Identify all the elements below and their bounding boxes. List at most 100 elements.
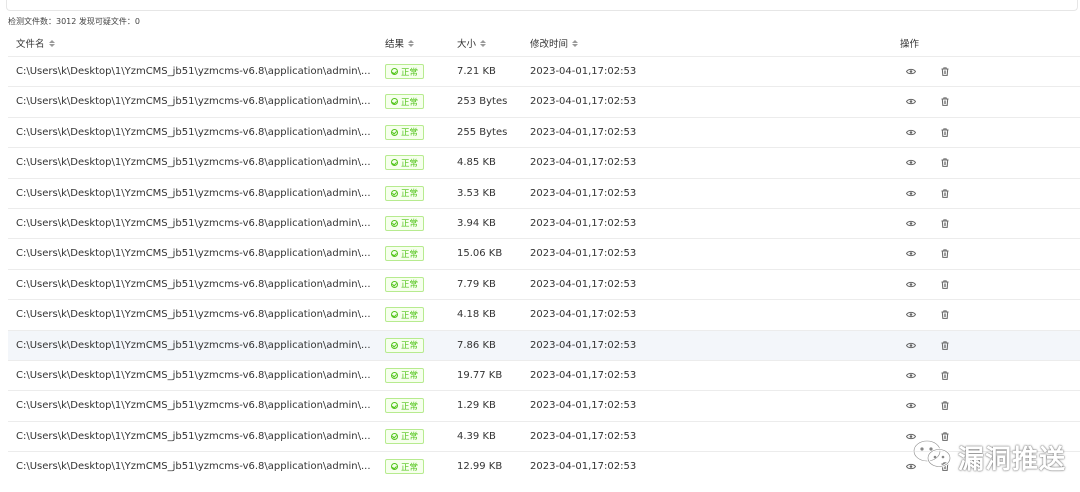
eye-icon[interactable] <box>906 361 916 390</box>
file-size: 15.06 KB <box>457 248 503 260</box>
file-size: 255 Bytes <box>457 126 508 138</box>
trash-icon[interactable] <box>941 300 949 329</box>
trash-icon[interactable] <box>941 209 949 238</box>
file-path: C:\Users\k\Desktop\1\YzmCMS_jb51\yzmcms-… <box>16 339 371 351</box>
column-header-time[interactable]: 修改时间 <box>530 36 579 50</box>
file-path: C:\Users\k\Desktop\1\YzmCMS_jb51\yzmcms-… <box>16 461 371 473</box>
eye-icon[interactable] <box>906 391 916 420</box>
modified-time: 2023-04-01,17:02:53 <box>530 461 637 473</box>
table-row[interactable]: C:\Users\k\Desktop\1\YzmCMS_jb51\yzmcms-… <box>8 86 1080 116</box>
file-size: 3.94 KB <box>457 217 496 229</box>
check-circle-icon <box>391 219 398 227</box>
table-row[interactable]: C:\Users\k\Desktop\1\YzmCMS_jb51\yzmcms-… <box>8 359 1080 390</box>
table-row[interactable]: C:\Users\k\Desktop\1\YzmCMS_jb51\yzmcms-… <box>8 147 1080 177</box>
status-badge-label: 正常 <box>401 128 419 139</box>
trash-icon[interactable] <box>941 57 949 86</box>
modified-time: 2023-04-01,17:02:53 <box>530 126 637 138</box>
eye-icon[interactable] <box>906 179 916 208</box>
trash-icon[interactable] <box>941 118 949 147</box>
eye-icon[interactable] <box>906 239 916 268</box>
file-size: 19.77 KB <box>457 369 503 381</box>
table-row[interactable]: C:\Users\k\Desktop\1\YzmCMS_jb51\yzmcms-… <box>8 299 1080 329</box>
trash-icon[interactable] <box>941 361 949 390</box>
column-header-result[interactable]: 结果 <box>385 36 415 50</box>
result-cell: 正常 <box>385 57 425 86</box>
trash-icon[interactable] <box>941 270 949 299</box>
check-circle-icon <box>391 159 398 167</box>
status-badge-label: 正常 <box>401 432 419 443</box>
status-badge: 正常 <box>385 124 425 140</box>
trash-icon[interactable] <box>941 391 949 420</box>
trash-icon[interactable] <box>941 87 949 116</box>
eye-icon[interactable] <box>906 300 916 329</box>
eye-icon[interactable] <box>906 118 916 147</box>
table-row[interactable]: C:\Users\k\Desktop\1\YzmCMS_jb51\yzmcms-… <box>8 390 1080 420</box>
check-circle-icon <box>391 371 398 379</box>
status-badge: 正常 <box>385 64 425 79</box>
column-header-name[interactable]: 文件名 <box>16 36 56 50</box>
file-path: C:\Users\k\Desktop\1\YzmCMS_jb51\yzmcms-… <box>16 66 371 77</box>
scan-summary: 检测文件数：3012 发现可疑文件：0 <box>8 17 140 26</box>
column-header-size[interactable]: 大小 <box>457 36 487 50</box>
status-badge-label: 正常 <box>401 158 419 169</box>
results-table: 文件名 结果 大小 修改时间 操作 C:\Users\k\Desktop\1\Y… <box>8 30 1080 481</box>
status-badge-label: 正常 <box>401 401 419 412</box>
sort-icon[interactable] <box>572 39 579 48</box>
result-cell: 正常 <box>385 361 425 390</box>
modified-time: 2023-04-01,17:02:53 <box>530 217 637 229</box>
eye-icon[interactable] <box>906 270 916 299</box>
status-badge: 正常 <box>385 398 425 414</box>
table-row[interactable]: C:\Users\k\Desktop\1\YzmCMS_jb51\yzmcms-… <box>8 56 1080 86</box>
file-size: 4.85 KB <box>457 157 496 169</box>
table-row[interactable]: C:\Users\k\Desktop\1\YzmCMS_jb51\yzmcms-… <box>8 238 1080 268</box>
trash-icon[interactable] <box>941 239 949 268</box>
result-cell: 正常 <box>385 270 425 299</box>
watermark: 漏洞推送 <box>912 439 1066 476</box>
check-circle-icon <box>391 250 398 258</box>
table-row[interactable]: C:\Users\k\Desktop\1\YzmCMS_jb51\yzmcms-… <box>8 268 1080 299</box>
sort-icon[interactable] <box>48 39 56 48</box>
trash-icon[interactable] <box>941 179 949 208</box>
modified-time: 2023-04-01,17:02:53 <box>530 309 637 321</box>
eye-icon[interactable] <box>906 148 916 177</box>
column-header-result-label: 结果 <box>385 39 405 50</box>
trash-icon[interactable] <box>941 148 949 177</box>
column-header-size-label: 大小 <box>457 39 477 50</box>
table-row[interactable]: C:\Users\k\Desktop\1\YzmCMS_jb51\yzmcms-… <box>8 177 1080 208</box>
eye-icon[interactable] <box>906 209 916 238</box>
status-badge: 正常 <box>385 307 425 323</box>
file-path: C:\Users\k\Desktop\1\YzmCMS_jb51\yzmcms-… <box>16 278 371 290</box>
check-circle-icon <box>391 98 398 106</box>
table-body: C:\Users\k\Desktop\1\YzmCMS_jb51\yzmcms-… <box>8 56 1080 481</box>
result-cell: 正常 <box>385 452 425 481</box>
status-badge: 正常 <box>385 215 425 231</box>
column-header-ops-label: 操作 <box>900 39 920 50</box>
modified-time: 2023-04-01,17:02:53 <box>530 248 637 260</box>
file-size: 7.86 KB <box>457 339 496 351</box>
result-cell: 正常 <box>385 422 425 451</box>
status-badge: 正常 <box>385 337 425 353</box>
table-row[interactable]: C:\Users\k\Desktop\1\YzmCMS_jb51\yzmcms-… <box>8 116 1080 147</box>
file-path: C:\Users\k\Desktop\1\YzmCMS_jb51\yzmcms-… <box>16 187 371 199</box>
status-badge: 正常 <box>385 185 425 201</box>
check-circle-icon <box>391 341 398 349</box>
wechat-icon <box>912 439 952 476</box>
table-row[interactable]: C:\Users\k\Desktop\1\YzmCMS_jb51\yzmcms-… <box>8 329 1080 360</box>
table-row[interactable]: C:\Users\k\Desktop\1\YzmCMS_jb51\yzmcms-… <box>8 207 1080 238</box>
eye-icon[interactable] <box>906 57 916 86</box>
modified-time: 2023-04-01,17:02:53 <box>530 400 637 412</box>
sort-icon[interactable] <box>480 39 487 48</box>
eye-icon[interactable] <box>906 331 916 360</box>
column-header-name-label: 文件名 <box>16 39 45 50</box>
status-badge-label: 正常 <box>401 189 419 200</box>
eye-icon[interactable] <box>906 87 916 116</box>
file-path: C:\Users\k\Desktop\1\YzmCMS_jb51\yzmcms-… <box>16 217 371 229</box>
result-cell: 正常 <box>385 391 425 420</box>
column-header-time-label: 修改时间 <box>530 39 569 50</box>
file-path: C:\Users\k\Desktop\1\YzmCMS_jb51\yzmcms-… <box>16 157 371 169</box>
result-cell: 正常 <box>385 87 425 116</box>
trash-icon[interactable] <box>941 331 949 360</box>
sort-icon[interactable] <box>408 39 415 48</box>
modified-time: 2023-04-01,17:02:53 <box>530 187 637 199</box>
scan-results-page: 检测文件数：3012 发现可疑文件：0 文件名 结果 大小 修改时间 操作 C:… <box>0 0 1080 492</box>
